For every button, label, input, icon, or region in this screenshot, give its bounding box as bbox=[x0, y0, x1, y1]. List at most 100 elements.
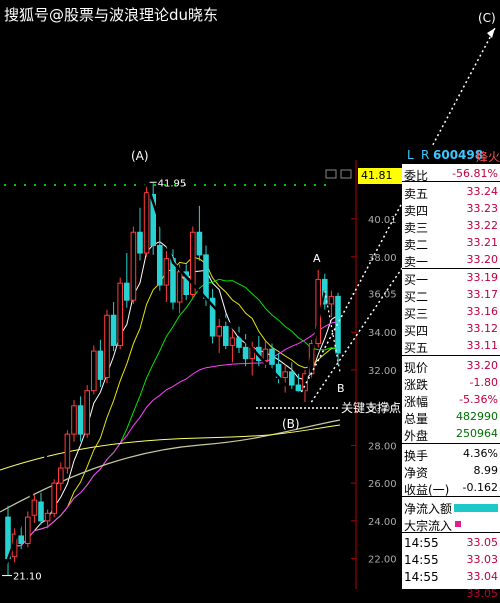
quote-row-value: 33.20 bbox=[466, 359, 499, 372]
grid-dot bbox=[54, 184, 56, 186]
candle-body bbox=[31, 499, 38, 516]
candle-body bbox=[143, 192, 150, 254]
y-tick-label: 24.00 bbox=[368, 517, 397, 528]
quote-row-label: 涨幅 bbox=[404, 395, 429, 409]
quote-row-label: 14:55 bbox=[404, 587, 439, 601]
grid-dot bbox=[64, 184, 66, 186]
quote-row-label: 涨跌 bbox=[404, 378, 429, 392]
candle-body bbox=[282, 371, 288, 379]
quote-row-label: 买四 bbox=[404, 324, 429, 338]
y-tick-label: 40.01 bbox=[368, 215, 397, 226]
quote-row: 净资 8.99 bbox=[402, 463, 500, 480]
candle-body bbox=[77, 405, 84, 435]
stock-name: 烽火 bbox=[476, 150, 500, 164]
candle-body bbox=[157, 244, 163, 286]
grid-dot bbox=[114, 184, 116, 186]
panel-divider bbox=[402, 268, 500, 269]
annotation-b-paren: (B) bbox=[282, 417, 300, 431]
candle-body bbox=[289, 371, 295, 386]
grid-dot bbox=[134, 184, 136, 186]
quote-row-label: 卖二 bbox=[404, 238, 429, 252]
ma-yellow-line bbox=[0, 424, 341, 471]
quote-row: 卖二 33.21 bbox=[402, 235, 500, 252]
candle-body bbox=[18, 535, 24, 544]
grid-dot bbox=[234, 184, 236, 186]
panel-divider bbox=[402, 532, 500, 533]
quote-row-value: 4.36% bbox=[463, 447, 498, 460]
quote-row-label: 卖四 bbox=[404, 204, 429, 218]
quote-row-label: 14:55 bbox=[404, 536, 439, 550]
grid-dot bbox=[84, 184, 86, 186]
quote-row-value: -1.80 bbox=[469, 376, 498, 389]
annotation-a-top: (A) bbox=[131, 149, 149, 163]
quote-row-value: 33.17 bbox=[466, 288, 499, 301]
candle-body bbox=[130, 231, 137, 301]
annotation-support-label: 关键支撑点 bbox=[341, 400, 401, 415]
grid-dot bbox=[154, 184, 156, 186]
grid-dot bbox=[94, 184, 96, 186]
quote-row: 收益(一) -0.162 bbox=[402, 480, 500, 497]
grid-dot bbox=[24, 184, 26, 186]
quote-row-label: 净流入额 bbox=[404, 502, 453, 516]
y-tick-label: 26.00 bbox=[368, 479, 397, 490]
quote-row: 买四 33.12 bbox=[402, 321, 500, 338]
quote-row-label: 买五 bbox=[404, 341, 429, 355]
grid-dot bbox=[274, 184, 276, 186]
quote-row-value: 33.23 bbox=[466, 202, 499, 215]
quote-row-label: 换手 bbox=[404, 449, 429, 463]
quote-row: 买五 33.11 bbox=[402, 338, 500, 355]
candle-body bbox=[236, 337, 242, 348]
grid-dot bbox=[304, 184, 306, 186]
candle-body bbox=[58, 467, 64, 484]
quote-row: 外盘 250964 bbox=[402, 426, 500, 443]
panel-header-l[interactable]: L bbox=[407, 148, 414, 162]
candle-body bbox=[124, 282, 130, 301]
quote-row-value: 33.05 bbox=[466, 536, 499, 549]
quote-panel: L R 600498 烽火 委比 -56.81% 卖五 33.24 卖四 33.23 卖三 3… bbox=[402, 146, 500, 601]
y-tick-label: 34.00 bbox=[368, 328, 397, 339]
grid-dot bbox=[244, 184, 246, 186]
candle-body bbox=[137, 231, 143, 254]
grid-dot bbox=[74, 184, 76, 186]
y-tick-label: 32.00 bbox=[368, 366, 397, 377]
quote-row: 涨跌 -1.80 bbox=[402, 375, 500, 392]
quote-row-label: 卖五 bbox=[404, 187, 429, 201]
quote-row-label: 净资 bbox=[404, 466, 429, 480]
candle-body bbox=[91, 350, 97, 392]
projection-arrowhead-c bbox=[487, 28, 495, 38]
quote-row-value: 33.11 bbox=[466, 339, 499, 352]
candle-body bbox=[223, 326, 229, 346]
candle-body bbox=[163, 258, 170, 286]
annotation-c-paren: (C) bbox=[478, 11, 496, 25]
net-inflow-bar bbox=[454, 504, 498, 512]
y-tick-label: 28.00 bbox=[368, 441, 397, 452]
candle-body bbox=[196, 231, 203, 256]
quote-row-value: 33.12 bbox=[466, 322, 499, 335]
candle-body bbox=[84, 390, 91, 435]
panel-divider bbox=[402, 181, 500, 182]
grid-dot bbox=[294, 184, 296, 186]
quote-row-label: 14:55 bbox=[404, 570, 439, 584]
panel-header: L R 600498 烽火 bbox=[402, 146, 500, 164]
candle-body bbox=[328, 295, 335, 305]
grid-dot bbox=[324, 184, 326, 186]
chart-corner-icon bbox=[325, 169, 337, 179]
quote-row-value: 8.99 bbox=[473, 464, 499, 477]
grid-dot bbox=[4, 184, 6, 186]
quote-row-value: 33.19 bbox=[466, 271, 499, 284]
low-label: 21.10 bbox=[13, 572, 42, 583]
candle-body bbox=[242, 346, 249, 360]
grid-dot bbox=[224, 184, 226, 186]
quote-row: 现价 33.20 bbox=[402, 358, 500, 375]
grid-dot bbox=[44, 184, 46, 186]
ma-long-line bbox=[0, 419, 341, 513]
quote-row-value: -0.162 bbox=[462, 481, 498, 494]
quote-row-value: 33.22 bbox=[466, 219, 499, 232]
grid-dot bbox=[204, 184, 206, 186]
y-tick-label: 22.00 bbox=[368, 555, 397, 566]
panel-header-r[interactable]: R bbox=[421, 148, 429, 162]
panel-divider bbox=[402, 496, 500, 497]
grid-dot bbox=[314, 184, 316, 186]
candle-body bbox=[229, 337, 236, 346]
grid-dot bbox=[214, 184, 216, 186]
